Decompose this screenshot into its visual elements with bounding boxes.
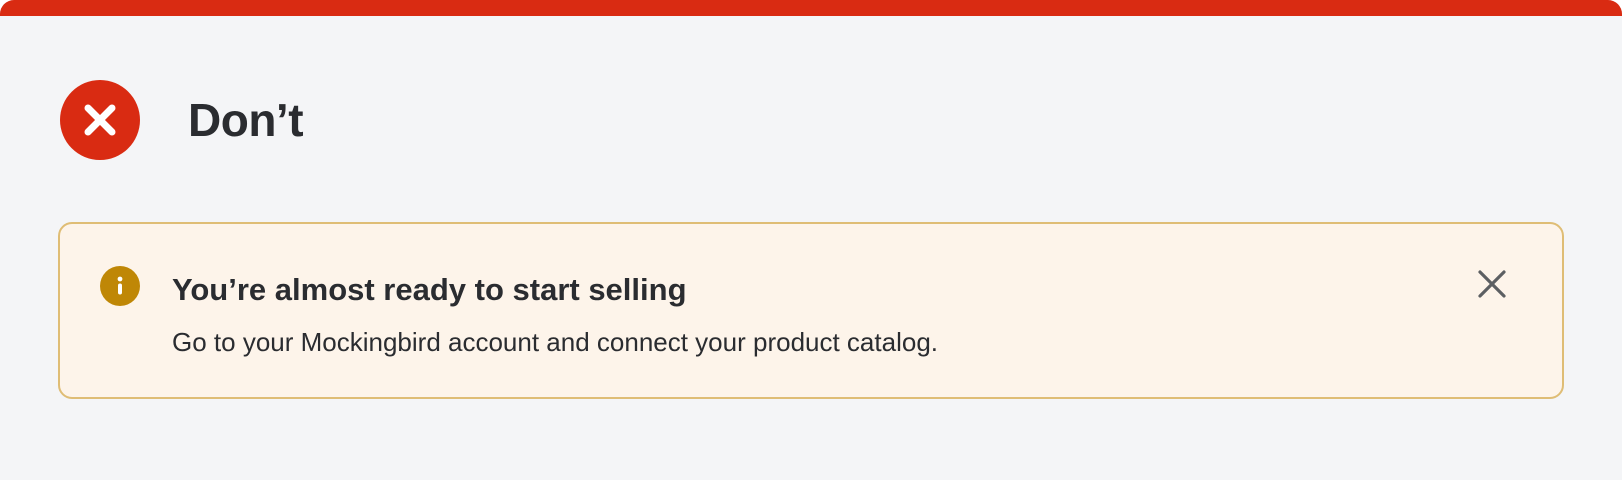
- dismiss-button[interactable]: [1470, 262, 1514, 306]
- banner-message: Go to your Mockingbird account and conne…: [172, 327, 938, 357]
- close-circle-icon: [60, 80, 140, 160]
- verdict-accent-bar: [0, 0, 1622, 16]
- close-icon: [1478, 270, 1506, 298]
- warning-banner: You’re almost ready to start selling Go …: [58, 222, 1564, 399]
- verdict-title: Don’t: [188, 94, 304, 146]
- banner-title: You’re almost ready to start selling: [172, 272, 687, 307]
- guideline-card: Don’t You’re almost ready to start selli…: [0, 0, 1622, 480]
- info-icon: [100, 266, 140, 306]
